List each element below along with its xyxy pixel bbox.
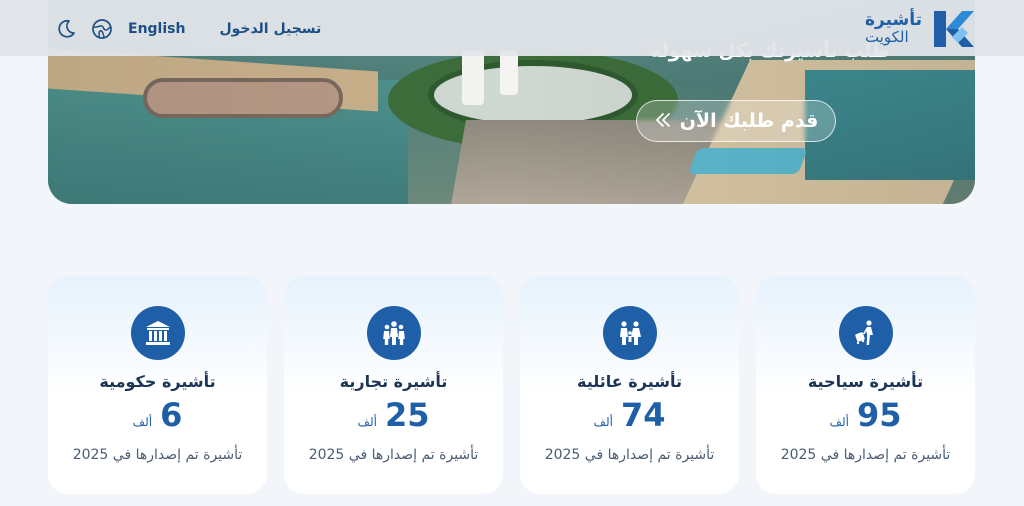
card-value: 25 [384, 396, 430, 434]
apply-now-button[interactable]: قدم طلبك الآن [636, 100, 836, 142]
card-value: 74 [620, 396, 666, 434]
top-navbar: تأشيرة الكويت English تسجيل الدخول [0, 0, 1024, 56]
card-description: تأشيرة تم إصدارها في 2025 [544, 447, 715, 463]
stat-card-government: تأشيرة حكومية 6 ألف تأشيرة تم إصدارها في… [48, 276, 267, 494]
visa-stats-section: تأشيرة سياحية 95 ألف تأشيرة تم إصدارها ف… [48, 276, 975, 494]
business-icon [366, 306, 421, 360]
card-value: 6 [160, 396, 183, 434]
globe-icon[interactable] [90, 17, 114, 41]
tourist-icon [838, 306, 893, 360]
stat-card-tourist: تأشيرة سياحية 95 ألف تأشيرة تم إصدارها ف… [756, 276, 975, 494]
kuwait-visa-logo-icon [932, 9, 976, 49]
card-title: تأشيرة تجارية [339, 372, 448, 391]
card-value: 95 [856, 396, 902, 434]
nav-actions: English تسجيل الدخول [54, 16, 321, 42]
card-title: تأشيرة حكومية [99, 372, 216, 391]
card-title: تأشيرة سياحية [807, 372, 924, 391]
stat-card-business: تأشيرة تجارية 25 ألف تأشيرة تم إصدارها ف… [284, 276, 503, 494]
double-chevron-icon [654, 110, 670, 132]
stat-card-family: تأشيرة عائلية 74 ألف تأشيرة تم إصدارها ف… [520, 276, 739, 494]
card-description: تأشيرة تم إصدارها في 2025 [308, 447, 479, 463]
moon-icon[interactable] [54, 17, 78, 41]
government-icon [130, 306, 185, 360]
card-description: تأشيرة تم إصدارها في 2025 [780, 447, 951, 463]
card-unit: ألف [357, 415, 377, 429]
family-icon [602, 306, 657, 360]
card-description: تأشيرة تم إصدارها في 2025 [72, 447, 243, 463]
login-link[interactable]: تسجيل الدخول [219, 21, 321, 37]
brand-logo[interactable]: تأشيرة الكويت [865, 8, 976, 50]
card-title: تأشيرة عائلية [577, 372, 682, 391]
brand-line2: الكويت [864, 28, 909, 47]
card-unit: ألف [593, 415, 613, 429]
card-unit: ألف [829, 415, 849, 429]
card-unit: ألف [132, 415, 153, 429]
apply-now-label: قدم طلبك الآن [679, 110, 819, 132]
language-toggle[interactable]: English [128, 21, 185, 37]
